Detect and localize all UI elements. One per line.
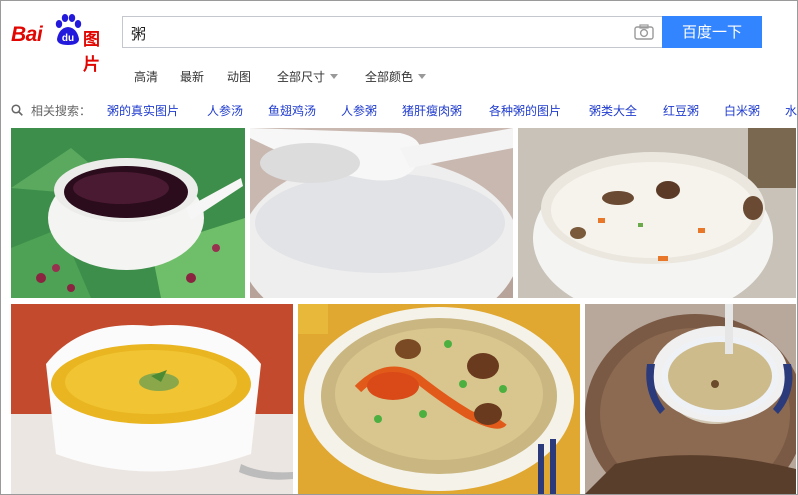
related-link[interactable]: 粥的真实图片 [107, 102, 179, 119]
search-input[interactable]: 粥 [131, 23, 146, 44]
search-icon [11, 104, 23, 116]
crab-congee-drawing [298, 304, 580, 494]
chevron-down-icon [418, 74, 427, 79]
related-link[interactable]: 白米粥 [724, 102, 760, 119]
related-link[interactable]: 各种粥的图片 [489, 102, 561, 119]
millet-bowl-drawing [585, 304, 796, 494]
mushroom-congee-image[interactable] [518, 128, 796, 298]
camera-icon[interactable] [634, 24, 654, 40]
logo-tupian-text: 图片 [83, 30, 100, 75]
related-link[interactable]: 人参粥 [341, 102, 377, 119]
filter-size-dropdown[interactable]: 全部尺寸 [277, 68, 339, 85]
search-box[interactable]: 粥 [122, 16, 662, 48]
logo-du-text: du [62, 33, 74, 44]
baidu-image-logo[interactable]: Bai du 图片 [11, 13, 115, 75]
logo-bai-text: Bai [11, 23, 43, 46]
related-link[interactable]: 红豆粥 [663, 102, 699, 119]
millet-porridge-image[interactable] [11, 304, 293, 494]
mushroom-congee-drawing [518, 128, 796, 298]
related-link[interactable]: 粥类大全 [589, 102, 637, 119]
black-rice-porridge-image[interactable] [11, 128, 245, 298]
search-button[interactable]: 百度一下 [662, 16, 762, 48]
black-rice-porridge-drawing [11, 128, 245, 298]
related-link[interactable]: 人参汤 [207, 102, 243, 119]
white-rice-porridge-image[interactable] [250, 128, 513, 298]
crab-congee-image[interactable] [298, 304, 580, 494]
white-porridge-drawing [250, 128, 513, 298]
filter-hd[interactable]: 高清 [134, 68, 158, 85]
browser-frame: Bai du 图片 粥 百度一下 高清 最新 动图 全部尺寸 全部颜色 相关搜索… [0, 0, 798, 495]
chevron-down-icon [330, 74, 339, 79]
paw-icon: du [55, 14, 82, 45]
filter-color-dropdown[interactable]: 全部颜色 [365, 68, 427, 85]
filter-newest[interactable]: 最新 [180, 68, 204, 85]
filter-animated[interactable]: 动图 [227, 68, 251, 85]
related-link[interactable]: 水 [785, 102, 797, 119]
related-link[interactable]: 鱼翅鸡汤 [268, 102, 316, 119]
millet-bowl-image[interactable] [585, 304, 796, 494]
related-label: 相关搜索： [31, 104, 92, 118]
millet-porridge-drawing [11, 304, 293, 494]
related-link[interactable]: 猪肝瘦肉粥 [402, 102, 462, 119]
